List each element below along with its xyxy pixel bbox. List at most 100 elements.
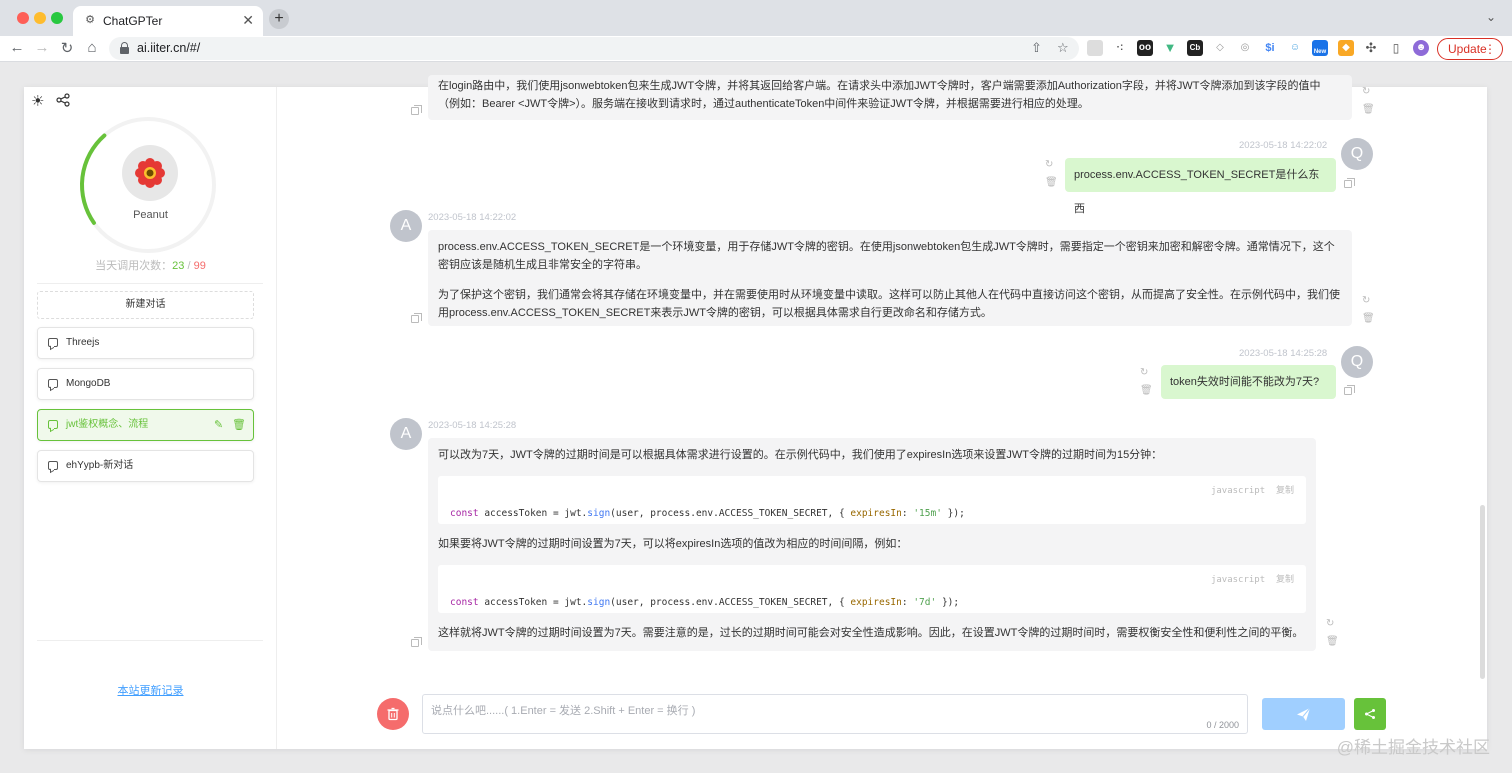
send-button[interactable]	[1262, 698, 1345, 730]
side-panel-icon[interactable]: ▯	[1388, 40, 1404, 56]
extension-orange-icon[interactable]: ◆	[1338, 40, 1354, 56]
bookmark-star-icon[interactable]: ☆	[1057, 40, 1069, 56]
user-message-avatar: Q	[1341, 138, 1373, 170]
chat-bubble-icon	[48, 461, 58, 470]
tab-close-icon[interactable]: ✕	[242, 12, 254, 29]
ai-message-bubble: process.env.ACCESS_TOKEN_SECRET是一个环境变量，用…	[428, 230, 1352, 326]
copy-message-icon[interactable]	[411, 105, 422, 115]
delete-message-icon[interactable]: 🗑	[1045, 177, 1058, 188]
extension-new-icon[interactable]: New	[1312, 40, 1328, 56]
ai-message-avatar: A	[390, 418, 422, 450]
conversation-item-jwt[interactable]: jwt鉴权概念、流程 ✎ 🗑	[37, 409, 254, 441]
address-bar[interactable]: ai.iiter.cn/#/ ⇧ ☆	[109, 37, 1079, 60]
delete-message-icon[interactable]: 🗑	[1362, 313, 1375, 324]
regenerate-icon[interactable]: ↻	[1362, 295, 1370, 306]
chat-app: ☀ Peanut 当天调用次数：23 / 99 新建对话 Threejs Mon…	[24, 75, 1487, 749]
extension-tampermonkey-icon[interactable]: oo	[1137, 40, 1153, 56]
conversation-label: ehYypb-新对话	[66, 460, 134, 471]
page-background: ☀ Peanut 当天调用次数：23 / 99 新建对话 Threejs Mon…	[0, 63, 1512, 773]
more-menu-icon[interactable]: ⋮	[1484, 39, 1496, 59]
usage-label: 当天调用次数：	[95, 260, 173, 272]
regenerate-icon[interactable]: ↻	[1045, 159, 1053, 170]
chat-bubble-icon	[48, 379, 58, 388]
character-counter: 0 / 2000	[1206, 720, 1239, 730]
user-message-avatar: Q	[1341, 346, 1373, 378]
copy-message-icon[interactable]	[1344, 385, 1355, 395]
user-nickname: Peanut	[133, 209, 168, 221]
extension-cb-icon[interactable]: Cb	[1187, 40, 1203, 56]
chat-scrollbar[interactable]	[1480, 87, 1485, 679]
extension-sparkle-icon[interactable]: ·:	[1112, 40, 1128, 56]
extension-robot-icon[interactable]: ☺	[1287, 40, 1303, 56]
message-line: process.env.ACCESS_TOKEN_SECRET是一个环境变量，用…	[438, 241, 1335, 253]
copy-code-button[interactable]: 复制	[1276, 486, 1294, 496]
extension-circle-icon[interactable]: ◎	[1237, 40, 1253, 56]
window-close-button[interactable]	[17, 12, 29, 24]
share-nodes-icon[interactable]	[56, 93, 70, 107]
conversation-item-threejs[interactable]: Threejs	[37, 327, 254, 359]
window-minimize-button[interactable]	[34, 12, 46, 24]
delete-message-icon[interactable]: 🗑	[1140, 385, 1153, 396]
delete-message-icon[interactable]: 🗑	[1362, 104, 1375, 115]
share-page-icon[interactable]: ⇧	[1031, 40, 1042, 56]
share-icon	[1365, 709, 1375, 719]
message-line: 密钥应该是随机生成且非常安全的字符串。	[438, 259, 647, 271]
changelog-link[interactable]: 本站更新记录	[24, 682, 277, 698]
copy-message-icon[interactable]	[411, 637, 422, 647]
browser-tabbar: ⚙ ChatGPTer ✕ + ⌄	[0, 0, 1512, 36]
extensions-puzzle-icon[interactable]: ✣	[1363, 40, 1379, 56]
code-block: javascript 复制 const accessToken = jwt.si…	[438, 565, 1306, 613]
update-label: Update	[1448, 42, 1487, 56]
browser-update-button[interactable]: Update ⋮	[1437, 38, 1503, 60]
regenerate-icon[interactable]: ↻	[1140, 367, 1148, 378]
sidebar-divider	[37, 640, 263, 641]
user-avatar	[122, 145, 178, 201]
message-timestamp: 2023-05-18 14:22:02	[428, 212, 517, 223]
forward-arrow-icon[interactable]: →	[33, 39, 51, 56]
chat-bubble-icon	[48, 420, 58, 429]
chat-input-area: 说点什么吧......( 1.Enter = 发送 2.Shift + Ente…	[277, 683, 1487, 749]
chat-scrollbar-thumb[interactable]	[1480, 505, 1485, 679]
browser-tab[interactable]: ⚙ ChatGPTer ✕	[73, 6, 263, 36]
usage-limit: 99	[193, 260, 206, 272]
message-paragraph: 这样就将JWT令牌的过期时间设置为7天。需要注意的是，过长的过期时间可能会对安全…	[438, 627, 1304, 639]
regenerate-icon[interactable]: ↻	[1326, 618, 1334, 629]
extension-shield-icon[interactable]: ◇	[1212, 40, 1228, 56]
new-chat-button[interactable]: 新建对话	[37, 291, 254, 319]
back-arrow-icon[interactable]: ←	[8, 39, 26, 56]
profile-avatar-icon[interactable]: ☻	[1413, 40, 1429, 56]
reload-icon[interactable]: ↻	[58, 39, 76, 57]
message-line: （例如：Bearer <JWT令牌>）。服务端在接收到请求时，通过authent…	[438, 98, 1089, 110]
delete-message-icon[interactable]: 🗑	[1326, 636, 1339, 647]
copy-message-icon[interactable]	[411, 313, 422, 323]
clear-chat-button[interactable]	[377, 698, 409, 730]
message-paragraph: 可以改为7天，JWT令牌的过期时间是可以根据具体需求进行设置的。在示例代码中，我…	[438, 449, 1163, 461]
extension-grid-icon[interactable]	[1087, 40, 1103, 56]
tab-title: ChatGPTer	[103, 14, 163, 28]
user-message-bubble: token失效时间能不能改为7天?	[1161, 365, 1336, 399]
conversation-item-ehyypb[interactable]: ehYypb-新对话	[37, 450, 254, 482]
copy-code-button[interactable]: 复制	[1276, 575, 1294, 585]
regenerate-icon[interactable]: ↻	[1362, 86, 1370, 97]
delete-conversation-icon[interactable]: 🗑	[232, 410, 246, 440]
message-input[interactable]: 说点什么吧......( 1.Enter = 发送 2.Shift + Ente…	[422, 694, 1248, 734]
copy-message-icon[interactable]	[1344, 178, 1355, 188]
home-icon[interactable]: ⌂	[83, 39, 101, 56]
ai-message-avatar: A	[390, 210, 422, 242]
site-watermark: @稀土掘金技术社区	[1336, 738, 1490, 757]
ai-message-bubble: 在login路由中，我们使用jsonwebtoken包来生成JWT令牌，并将其返…	[428, 75, 1352, 120]
tab-search-chevron-icon[interactable]: ⌄	[1486, 10, 1496, 24]
message-timestamp: 2023-05-18 14:25:28	[1239, 348, 1328, 359]
share-chat-button[interactable]	[1354, 698, 1386, 730]
window-zoom-button[interactable]	[51, 12, 63, 24]
paper-plane-icon	[1297, 707, 1311, 721]
user-message-bubble: process.env.ACCESS_TOKEN_SECRET是什么东西	[1065, 158, 1336, 215]
extension-vue-devtools-icon[interactable]: ▼	[1162, 40, 1178, 56]
conversation-item-mongodb[interactable]: MongoDB	[37, 368, 254, 400]
usage-used: 23	[172, 260, 185, 272]
new-tab-button[interactable]: +	[269, 9, 289, 29]
extension-si-icon[interactable]: $i	[1262, 40, 1278, 56]
theme-sun-icon[interactable]: ☀	[31, 92, 44, 110]
code-line: const accessToken = jwt.sign(user, proce…	[450, 597, 960, 608]
edit-conversation-icon[interactable]: ✎	[214, 410, 223, 440]
